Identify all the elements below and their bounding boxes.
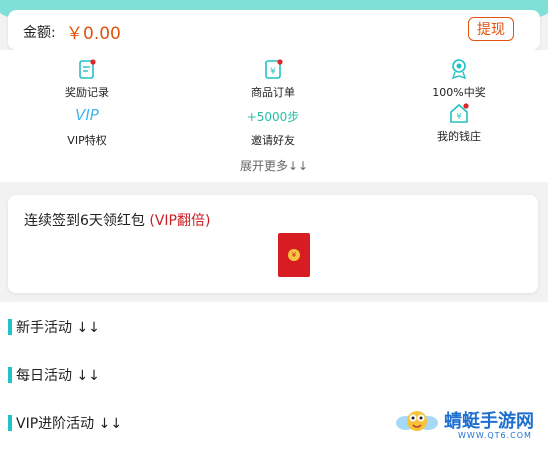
section-bar bbox=[8, 415, 12, 431]
checkin-card: 连续签到6天领红包 (VIP翻倍) ¥ bbox=[8, 195, 538, 293]
balance-label: 金额: bbox=[23, 25, 56, 41]
feature-grid: 奖励记录 ¥ 商品订单 100%中奖 VIP VIP特权 +5000步 邀请好友… bbox=[0, 50, 548, 182]
section-bar bbox=[8, 319, 12, 335]
grid-label: 商品订单 bbox=[251, 86, 295, 99]
section-bar bbox=[8, 367, 12, 383]
activity-label: 新手活动 ↓↓ bbox=[16, 320, 100, 336]
activity-daily[interactable]: 每日活动 ↓↓ bbox=[8, 365, 128, 385]
balance-value: ￥0.00 bbox=[66, 24, 121, 44]
expand-more-link[interactable]: 展开更多↓↓ bbox=[0, 157, 548, 174]
svg-text:¥: ¥ bbox=[456, 112, 461, 121]
activity-label: VIP进阶活动 ↓↓ bbox=[16, 416, 123, 432]
svg-text:¥: ¥ bbox=[270, 67, 276, 77]
grid-label: 100%中奖 bbox=[432, 86, 486, 99]
red-packet-icon[interactable]: ¥ bbox=[278, 233, 310, 277]
dragonfly-mascot-icon bbox=[396, 411, 438, 431]
product-order-icon: ¥ bbox=[265, 59, 283, 79]
activity-newbie[interactable]: 新手活动 ↓↓ bbox=[8, 317, 128, 337]
grid-label: VIP特权 bbox=[67, 134, 107, 147]
watermark-url: WWW.QT6.COM bbox=[458, 431, 532, 440]
grid-item-money-house[interactable]: ¥ 我的钱庄 bbox=[399, 102, 519, 144]
activities-panel: 新手活动 ↓↓ 每日活动 ↓↓ VIP进阶活动 ↓↓ 蜻蜓手游网 WWW.QT6… bbox=[0, 302, 548, 451]
grid-label: 邀请好友 bbox=[251, 134, 295, 147]
grid-item-product-order[interactable]: ¥ 商品订单 bbox=[213, 58, 333, 100]
coin-icon: ¥ bbox=[288, 249, 300, 261]
activity-label: 每日活动 ↓↓ bbox=[16, 368, 100, 384]
steps-bonus: +5000步 bbox=[246, 110, 300, 124]
checkin-title-text: 连续签到6天领红包 bbox=[24, 213, 150, 229]
grid-item-reward-record[interactable]: 奖励记录 bbox=[27, 58, 147, 100]
grid-item-invite-friends[interactable]: +5000步 邀请好友 bbox=[213, 106, 333, 148]
watermark-brand: 蜻蜓手游网 bbox=[444, 411, 534, 432]
vip-badge: VIP bbox=[75, 106, 99, 124]
checkin-title: 连续签到6天领红包 (VIP翻倍) bbox=[24, 210, 210, 230]
grid-item-vip-privilege[interactable]: VIP VIP特权 bbox=[27, 106, 147, 148]
grid-label: 奖励记录 bbox=[65, 86, 109, 99]
activity-vip-advanced[interactable]: VIP进阶活动 ↓↓ bbox=[8, 413, 148, 433]
withdraw-button[interactable]: 提现 bbox=[468, 17, 514, 41]
watermark-logo: 蜻蜓手游网 WWW.QT6.COM bbox=[394, 401, 542, 447]
checkin-vip-note: (VIP翻倍) bbox=[149, 213, 211, 229]
grid-label: 我的钱庄 bbox=[437, 130, 481, 143]
money-house-icon: ¥ bbox=[450, 103, 469, 123]
grid-item-prize[interactable]: 100%中奖 bbox=[399, 58, 519, 100]
prize-medal-icon bbox=[451, 59, 467, 80]
balance-card: 金额: ￥0.00 提现 bbox=[8, 10, 540, 50]
reward-record-icon bbox=[79, 59, 96, 79]
